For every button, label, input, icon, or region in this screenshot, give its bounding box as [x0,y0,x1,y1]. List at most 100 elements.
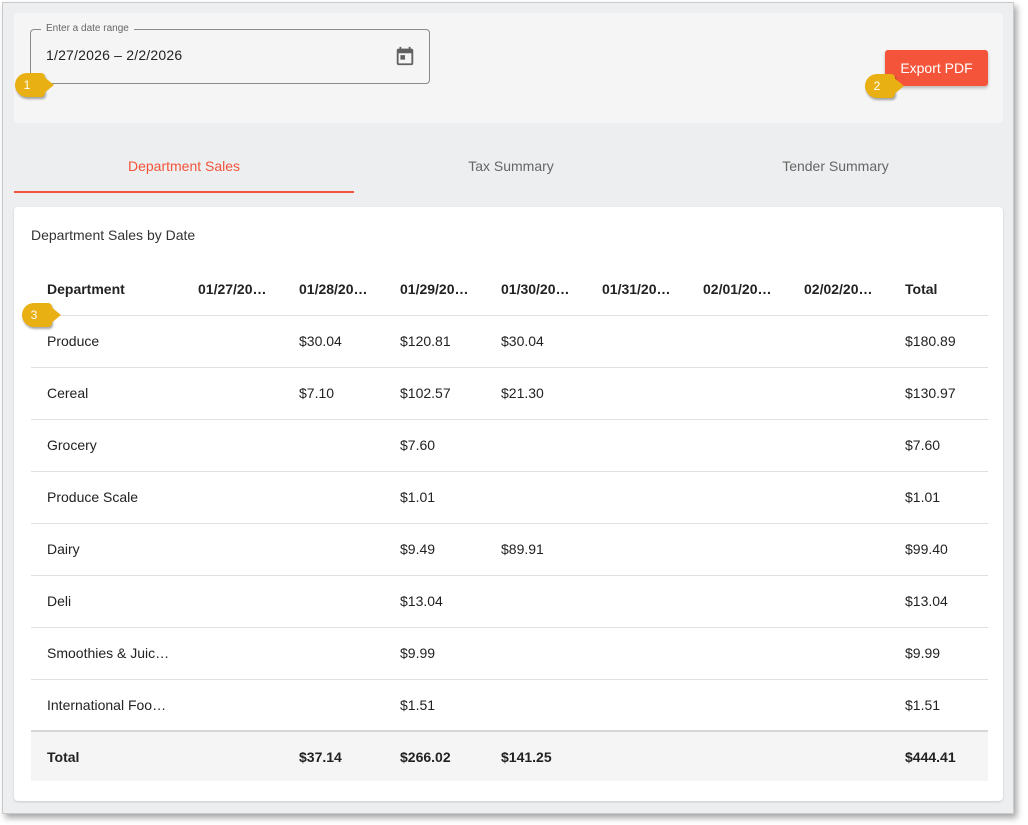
table-cell: $21.30 [485,367,586,420]
row-total: $180.89 [889,315,988,368]
tab-department-sales[interactable]: Department Sales [14,143,354,193]
totals-label: Total [31,730,182,781]
callout-3: 3 [22,303,61,327]
table-cell [485,471,586,524]
table-cell [788,367,889,420]
table-row: Produce $30.04 $120.81 $30.04 $180.89 [31,315,988,368]
department-name: Cereal [31,367,182,420]
total-cell [788,730,889,781]
table-cell [485,575,586,628]
column-header[interactable]: 01/30/20… [485,263,586,316]
table-row: Dairy $9.49 $89.91 $99.40 [31,523,988,576]
table-cell: $7.10 [283,367,384,420]
table-row: Produce Scale $1.01 $1.01 [31,471,988,524]
department-name: Dairy [31,523,182,576]
table-cell [182,471,283,524]
table-cell: $89.91 [485,523,586,576]
row-total: $130.97 [889,367,988,420]
table-cell [788,419,889,472]
table-cell [687,419,788,472]
report-tabs: Department Sales Tax Summary Tender Summ… [14,143,1003,193]
department-name: Produce Scale [31,471,182,524]
table-cell [687,315,788,368]
callout-2: 2 [865,74,904,98]
table-cell [283,679,384,732]
department-name: Smoothies & Juic… [31,627,182,680]
table-cell [788,679,889,732]
column-header[interactable]: 01/27/20… [182,263,283,316]
row-total: $1.51 [889,679,988,732]
app-frame: Enter a date range 1/27/2026 – 2/2/2026 … [2,2,1014,814]
row-total: $99.40 [889,523,988,576]
table-cell: $9.49 [384,523,485,576]
table-cell: $30.04 [283,315,384,368]
table-row: Smoothies & Juic… $9.99 $9.99 [31,627,988,680]
table-cell [586,471,687,524]
total-cell: $37.14 [283,730,384,781]
column-header[interactable]: 02/02/20… [788,263,889,316]
table-cell [283,627,384,680]
table-cell [586,627,687,680]
table-cell [788,523,889,576]
table-cell [586,523,687,576]
date-range-field[interactable]: Enter a date range 1/27/2026 – 2/2/2026 [30,23,430,84]
table-cell [788,315,889,368]
table-cell: $7.60 [384,419,485,472]
table-header-row: Department 01/27/20… 01/28/20… 01/29/20…… [31,263,988,316]
total-cell [687,730,788,781]
row-total: $1.01 [889,471,988,524]
table-cell [586,367,687,420]
column-header[interactable]: 01/31/20… [586,263,687,316]
column-header[interactable]: 01/28/20… [283,263,384,316]
table-cell [182,523,283,576]
table-cell [182,627,283,680]
department-sales-table: Department 01/27/20… 01/28/20… 01/29/20…… [31,263,988,781]
table-cell [182,367,283,420]
table-cell: $13.04 [384,575,485,628]
total-cell [182,730,283,781]
table-cell [485,419,586,472]
totals-row: Total $37.14 $266.02 $141.25 $444.41 [31,730,988,781]
report-card: Department Sales by Date Department 01/2… [14,207,1003,801]
report-title: Department Sales by Date [31,227,196,243]
table-cell: $9.99 [384,627,485,680]
report-toolbar: Enter a date range 1/27/2026 – 2/2/2026 … [14,13,1003,123]
table-cell [687,523,788,576]
table-cell [788,627,889,680]
date-range-value[interactable]: 1/27/2026 – 2/2/2026 [46,47,182,63]
column-header[interactable]: 01/29/20… [384,263,485,316]
table-cell [687,367,788,420]
table-cell: $102.57 [384,367,485,420]
table-cell [182,419,283,472]
tab-tax-summary[interactable]: Tax Summary [354,143,668,193]
table-cell [586,575,687,628]
department-name: International Foo… [31,679,182,732]
table-cell [283,575,384,628]
table-cell [182,315,283,368]
table-cell [586,419,687,472]
table-row: Cereal $7.10 $102.57 $21.30 $130.97 [31,367,988,420]
table-row: Deli $13.04 $13.04 [31,575,988,628]
column-header[interactable]: 02/01/20… [687,263,788,316]
callout-1: 1 [15,73,54,97]
table-cell [182,575,283,628]
table-cell [283,471,384,524]
table-cell [687,627,788,680]
column-header[interactable]: Total [889,263,988,316]
table-cell: $1.01 [384,471,485,524]
tab-tender-summary[interactable]: Tender Summary [668,143,1003,193]
table-cell [283,419,384,472]
table-cell [687,679,788,732]
table-cell [485,627,586,680]
calendar-icon[interactable] [394,45,416,67]
table-cell [788,575,889,628]
table-cell [788,471,889,524]
grand-total: $444.41 [889,730,988,781]
total-cell [586,730,687,781]
department-name: Grocery [31,419,182,472]
table-row: Grocery $7.60 $7.60 [31,419,988,472]
date-range-label: Enter a date range [41,23,134,35]
row-total: $7.60 [889,419,988,472]
row-total: $9.99 [889,627,988,680]
table-row: International Foo… $1.51 $1.51 [31,679,988,732]
